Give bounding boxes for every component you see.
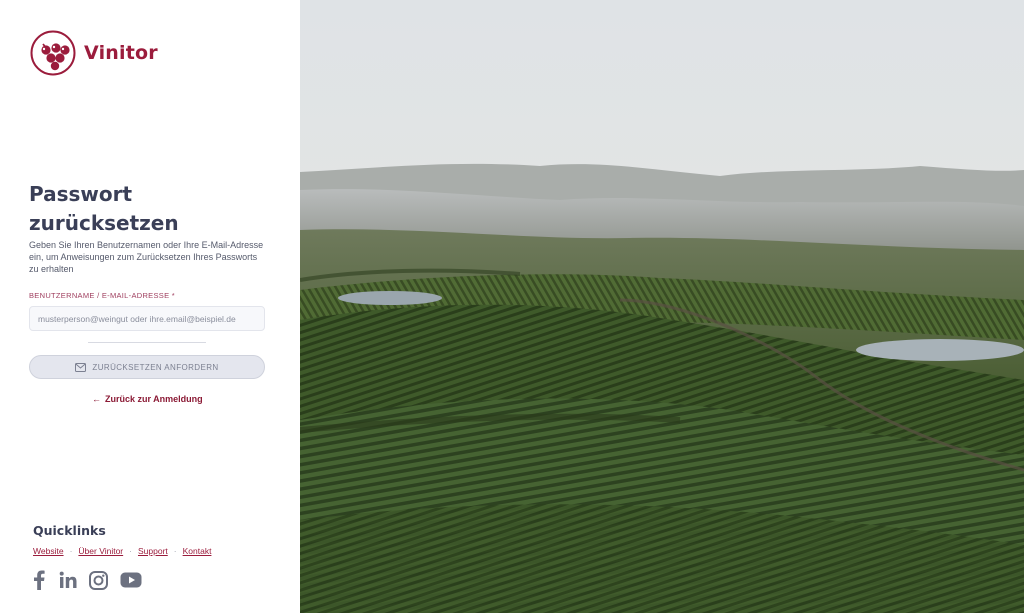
reset-request-label: ZURÜCKSETZEN ANFORDERN [92,362,219,372]
quicklinks-title: Quicklinks [33,523,106,538]
linkedin-icon[interactable] [59,571,77,589]
arrow-left-icon: ← [92,394,101,404]
username-email-input[interactable] [29,306,265,331]
separator: · [173,546,177,556]
mail-icon [75,362,87,372]
separator: · [69,546,73,556]
page-description: Geben Sie Ihren Benutzernamen oder Ihre … [29,240,264,274]
brand-logo[interactable]: Vinitor [30,30,158,76]
page-title: Passwort zurücksetzen [29,182,179,235]
hero-image-vineyard [300,0,1024,613]
reset-request-button[interactable]: ZURÜCKSETZEN ANFORDERN [29,355,265,379]
quicklink-website[interactable]: Website [33,546,64,556]
back-to-login-link[interactable]: ← Zurück zur Anmeldung [92,394,203,404]
instagram-icon[interactable] [89,570,108,590]
quicklink-support[interactable]: Support [138,546,168,556]
quicklinks-list: Website · Über Vinitor · Support · Konta… [33,546,211,556]
facebook-icon[interactable] [31,570,47,590]
social-links [31,570,154,590]
brand-name: Vinitor [84,42,158,64]
youtube-icon[interactable] [120,572,142,588]
separator: · [129,546,132,556]
quicklink-contact[interactable]: Kontakt [183,546,212,556]
login-panel: Vinitor Passwort zurücksetzen Geben Sie … [0,0,300,613]
divider [88,342,206,343]
username-field-label: BENUTZERNAME / E-MAIL-ADRESSE * [29,291,175,300]
grapes-icon [30,30,76,76]
back-to-login-label: Zurück zur Anmeldung [105,394,203,404]
vineyard-aerial-photo [300,0,1024,613]
quicklink-about[interactable]: Über Vinitor [78,546,123,556]
